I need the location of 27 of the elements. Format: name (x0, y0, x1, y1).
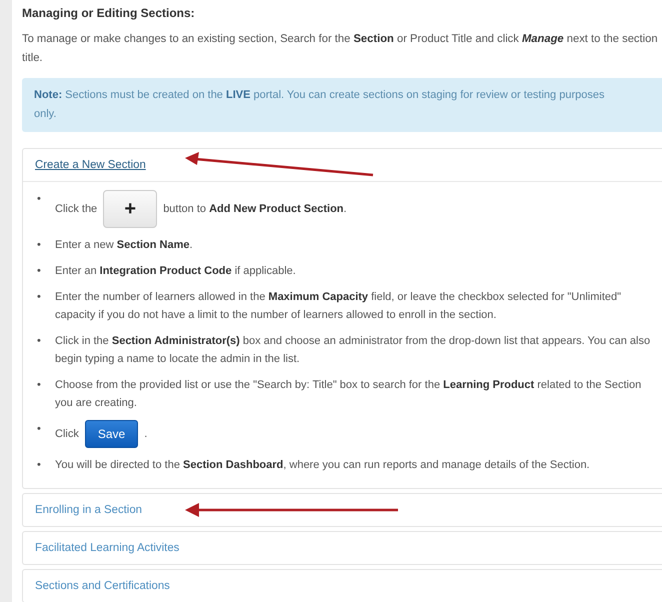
bullet: • (37, 422, 42, 437)
step-text: Click (55, 427, 79, 442)
add-button[interactable]: + (103, 190, 158, 228)
bullet: • (37, 378, 42, 393)
bullet: • (37, 334, 42, 349)
step-text: . (144, 427, 148, 442)
save-button[interactable]: Save (84, 420, 138, 448)
section-heading: Managing or Editing Sections: (22, 6, 196, 20)
bullet: • (37, 290, 42, 305)
step-text: Click in the Section Administrator(s) box and choose an administrator from the drop-down list that appears. You can also begin typing a name to locate the admin in the list. (55, 334, 652, 367)
step-text: Click the (55, 202, 98, 217)
bullet: • (37, 192, 42, 207)
note-alert: Note: Sections must be created on the LIVE portal. You can create sections on staging for review or testing purposes only. (22, 78, 662, 132)
accordion-link[interactable]: Sections and Certifications (35, 580, 170, 592)
step-text: Enter a new Section Name. (55, 238, 193, 253)
bullet: • (37, 458, 42, 473)
step-text: Enter the number of learners allowed in the Maximum Capacity field, or leave the checkbox selected for "Unlimited" capacity if you do not have a limit to the number of learners allowed to enroll in the section. (55, 290, 622, 323)
accordion-link[interactable]: Facilitated Learning Activites (35, 542, 180, 554)
accordion-link[interactable]: Create a New Section (35, 159, 146, 171)
step-text: You will be directed to the Section Dashboard, where you can run reports and manage details of the Section. (55, 458, 590, 473)
step-text: Choose from the provided list or use the "Search by: Title" box to search for the Learning Product related to the Section you are creating. (55, 378, 642, 411)
accordion-link[interactable]: Enrolling in a Section (35, 504, 142, 516)
bullet: • (37, 238, 42, 253)
step-text: button to Add New Product Section. (163, 202, 347, 217)
bullet: • (37, 264, 42, 279)
intro-text: To manage or make changes to an existing section, Search for the Section or Product Title and click Manage next to the section title. (22, 32, 659, 66)
step-text: Enter an Integration Product Code if applicable. (55, 264, 296, 279)
